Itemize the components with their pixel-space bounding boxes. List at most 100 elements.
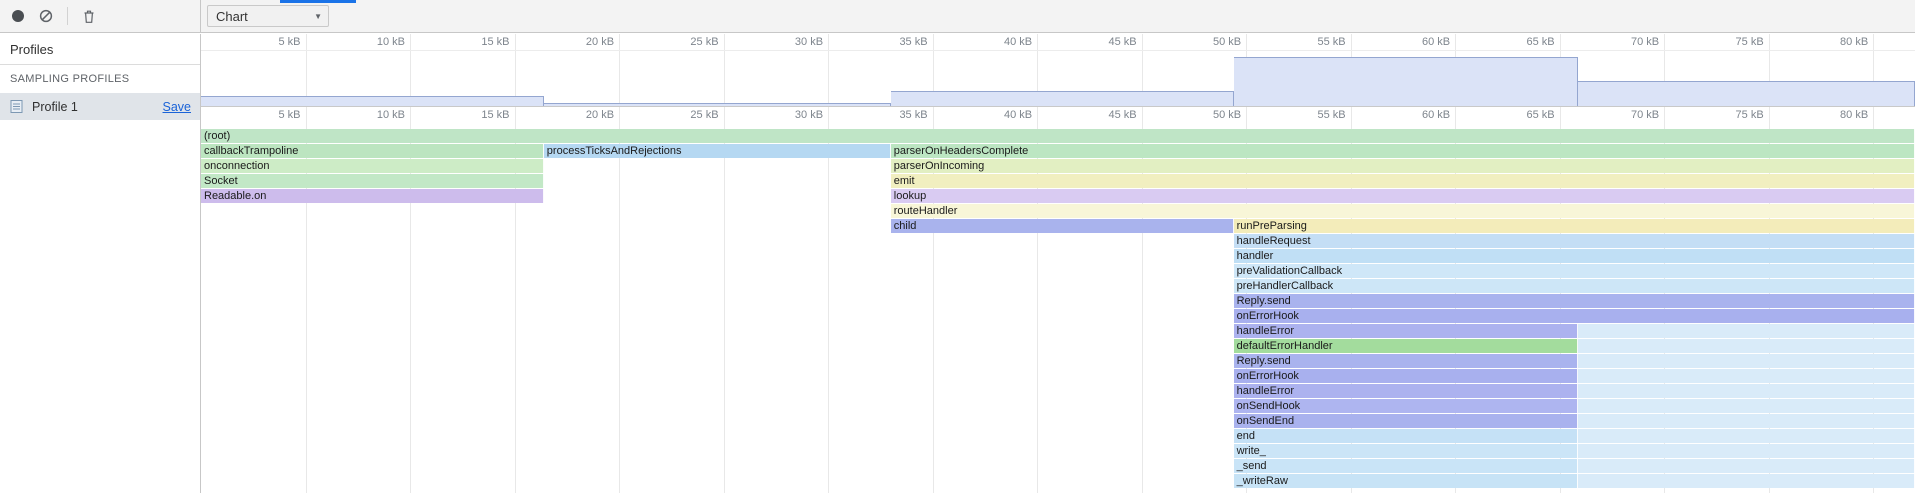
save-profile-link[interactable]: Save [163, 100, 192, 114]
flame-bar-label: Reply.send [1234, 355, 1291, 367]
ruler-tick-label: 10 kB [377, 107, 410, 124]
flame-bar-emit[interactable]: emit [891, 174, 1915, 188]
flame-bar[interactable] [1578, 429, 1915, 443]
flame-bar[interactable] [1578, 399, 1915, 413]
flame-bar-root[interactable]: (root) [201, 129, 1915, 143]
flame-row: Socket emit [201, 174, 1915, 189]
clear-all-button[interactable] [32, 3, 60, 29]
sidebar-title: Profiles [0, 34, 200, 65]
flame-chart-panel: 5 kB10 kB15 kB20 kB25 kB30 kB35 kB40 kB4… [201, 34, 1915, 493]
flame-bar-label: processTicksAndRejections [544, 145, 682, 157]
active-tab-indicator [280, 0, 356, 3]
flame-row: preHandlerCallback [201, 279, 1915, 294]
overview-step [1578, 81, 1915, 106]
flame-bar-writeraw[interactable]: _writeRaw [1234, 474, 1579, 488]
flame-bar-processticksandrejections[interactable]: processTicksAndRejections [544, 144, 891, 158]
flame-bar-reply-send[interactable]: Reply.send [1234, 294, 1915, 308]
ruler-tick-label: 35 kB [899, 34, 932, 51]
flame-bar[interactable] [1578, 459, 1915, 473]
flame-bar-onsendhook[interactable]: onSendHook [1234, 399, 1579, 413]
flame-bar[interactable] [1578, 444, 1915, 458]
flame-bar-socket[interactable]: Socket [201, 174, 544, 188]
flame-bar-parseronincoming[interactable]: parserOnIncoming [891, 159, 1915, 173]
flame-bar-label: _send [1234, 460, 1267, 472]
flame-bar-send[interactable]: _send [1234, 459, 1579, 473]
flame-bar-lookup[interactable]: lookup [891, 189, 1915, 203]
flame-bar-callbacktrampoline[interactable]: callbackTrampoline [201, 144, 544, 158]
toolbar-separator [67, 7, 68, 25]
ruler-tick-label: 55 kB [1317, 34, 1350, 51]
ruler-tick-label: 65 kB [1527, 34, 1560, 51]
flame-chart: (root)callbackTrampolineprocessTicksAndR… [201, 125, 1915, 493]
flame-bar-label: onErrorHook [1234, 370, 1299, 382]
flame-bar-handlerequest[interactable]: handleRequest [1234, 234, 1915, 248]
view-mode-select[interactable]: Chart ▼ [207, 5, 329, 27]
flame-bar-prevalidationcallback[interactable]: preValidationCallback [1234, 264, 1915, 278]
ruler-tick-label: 65 kB [1527, 107, 1560, 124]
ruler-tick-label: 55 kB [1317, 107, 1350, 124]
overview-step [544, 103, 891, 106]
flame-bar-onerrorhook[interactable]: onErrorHook [1234, 309, 1915, 323]
flame-bar[interactable] [1578, 384, 1915, 398]
flame-row: childrunPreParsing [201, 219, 1915, 234]
flame-row: onErrorHook [201, 309, 1915, 324]
flame-bar-defaulterrorhandler[interactable]: defaultErrorHandler [1234, 339, 1579, 353]
flame-bar-runpreparsing[interactable]: runPreParsing [1234, 219, 1915, 233]
flame-row: callbackTrampolineprocessTicksAndRejecti… [201, 144, 1915, 159]
flame-bar-label: Socket [201, 175, 238, 187]
flame-bar-routehandler[interactable]: routeHandler [891, 204, 1915, 218]
ruler-tick-label: 80 kB [1840, 34, 1873, 51]
overview-timeline[interactable] [201, 51, 1915, 107]
flame-bar-prehandlercallback[interactable]: preHandlerCallback [1234, 279, 1915, 293]
overview-step [201, 96, 544, 106]
ruler-tick-label: 20 kB [586, 107, 619, 124]
flame-bar-label: emit [891, 175, 915, 187]
flame-bar-parseronheaderscomplete[interactable]: parserOnHeadersComplete [891, 144, 1915, 158]
flame-bar-label: parserOnHeadersComplete [891, 145, 1029, 157]
trash-icon [82, 9, 96, 24]
flame-bar-child[interactable]: child [891, 219, 1234, 233]
flame-row: routeHandler [201, 204, 1915, 219]
flame-bar-label: _writeRaw [1234, 475, 1288, 487]
flame-bar-handler[interactable]: handler [1234, 249, 1915, 263]
ruler-tick-label: 30 kB [795, 107, 828, 124]
flame-bar-readable-on[interactable]: Readable.on [201, 189, 544, 203]
flame-bar-end[interactable]: end [1234, 429, 1579, 443]
flame-bar[interactable] [1578, 354, 1915, 368]
dropdown-arrow-icon: ▼ [314, 12, 322, 21]
profile-item-profile-1[interactable]: Profile 1 Save [0, 93, 200, 120]
view-mode-value: Chart [216, 9, 314, 24]
flame-bar[interactable] [1578, 324, 1915, 338]
delete-profile-button[interactable] [75, 3, 103, 29]
flame-row: defaultErrorHandler [201, 339, 1915, 354]
profile-name: Profile 1 [32, 100, 163, 114]
flame-bar-label: parserOnIncoming [891, 160, 985, 172]
flame-bar-onconnection[interactable]: onconnection [201, 159, 544, 173]
flame-bar[interactable] [1578, 369, 1915, 383]
ruler-tick-label: 10 kB [377, 34, 410, 51]
flame-row: write_ [201, 444, 1915, 459]
flame-bar[interactable] [1578, 474, 1915, 488]
flame-bar-handleerror[interactable]: handleError [1234, 324, 1579, 338]
flame-bar-handleerror[interactable]: handleError [1234, 384, 1579, 398]
flame-bar-onerrorhook[interactable]: onErrorHook [1234, 369, 1579, 383]
overview-step [891, 91, 1234, 106]
overview-step [1234, 57, 1579, 106]
flame-bar[interactable] [1578, 414, 1915, 428]
flame-row: handleError [201, 324, 1915, 339]
flame-bar-write[interactable]: write_ [1234, 444, 1579, 458]
flame-bar-label: preHandlerCallback [1234, 280, 1334, 292]
ruler-tick-label: 5 kB [278, 34, 305, 51]
flame-row: onSendHook [201, 399, 1915, 414]
ruler-tick-label: 25 kB [690, 34, 723, 51]
flame-bar-label: preValidationCallback [1234, 265, 1343, 277]
ruler-tick-label: 25 kB [690, 107, 723, 124]
flame-bar-label: Reply.send [1234, 295, 1291, 307]
ruler-tick-label: 35 kB [899, 107, 932, 124]
flame-chart-ruler: 5 kB10 kB15 kB20 kB25 kB30 kB35 kB40 kB4… [201, 107, 1915, 124]
flame-bar-reply-send[interactable]: Reply.send [1234, 354, 1579, 368]
flame-bar-onsendend[interactable]: onSendEnd [1234, 414, 1579, 428]
flame-row: onSendEnd [201, 414, 1915, 429]
flame-bar[interactable] [1578, 339, 1915, 353]
record-button[interactable] [4, 3, 32, 29]
